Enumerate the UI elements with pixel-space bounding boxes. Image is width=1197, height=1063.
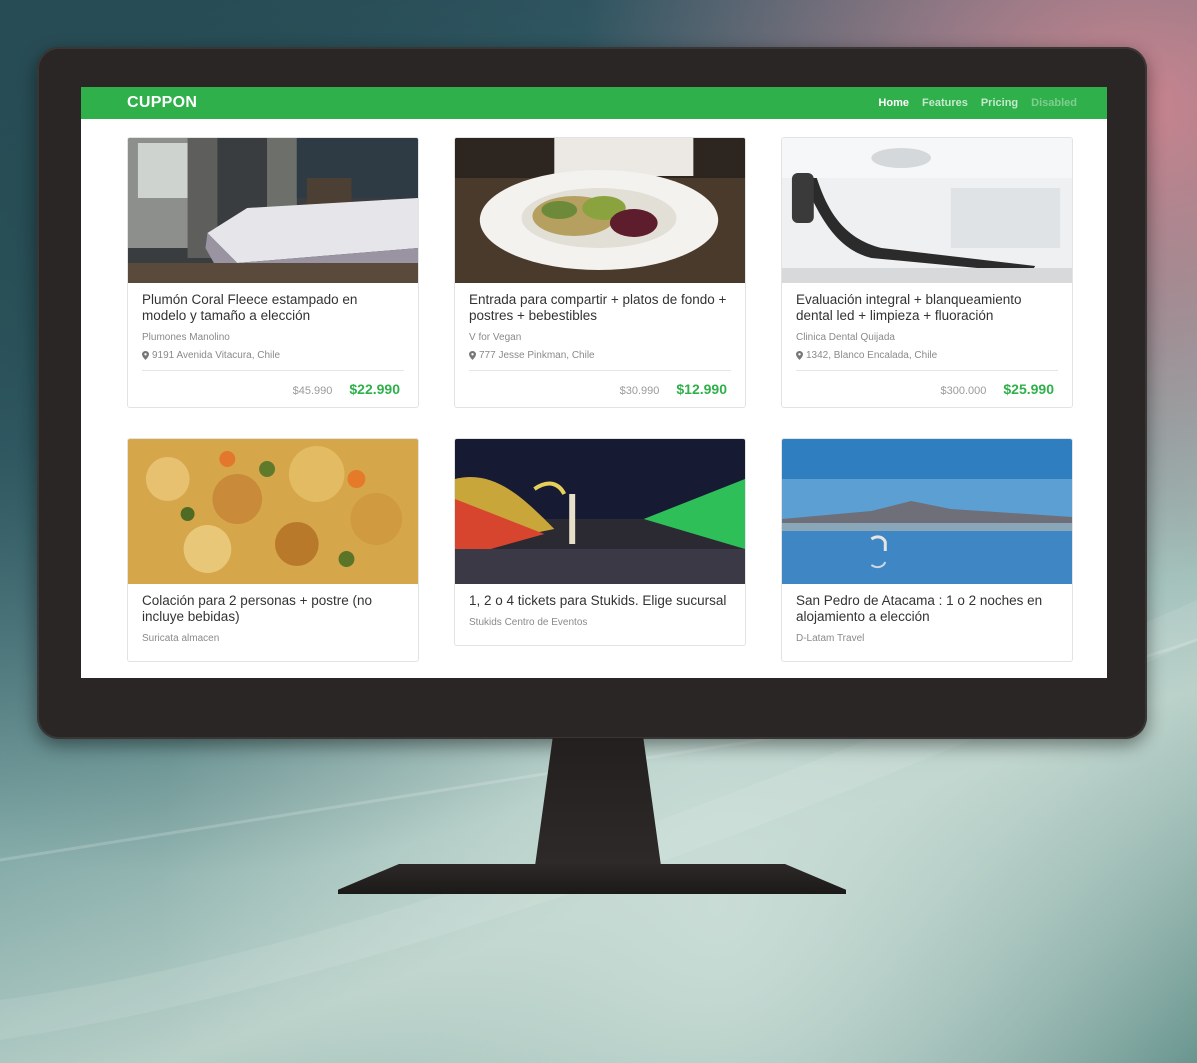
old-price: $45.990	[292, 385, 333, 397]
deal-card[interactable]: Evaluación integral + blanqueamiento den…	[781, 137, 1073, 408]
nav-home[interactable]: Home	[878, 97, 909, 109]
nav-pricing[interactable]: Pricing	[981, 97, 1018, 109]
deal-card[interactable]: San Pedro de Atacama : 1 o 2 noches en a…	[781, 438, 1073, 662]
deal-title[interactable]: San Pedro de Atacama : 1 o 2 noches en a…	[796, 593, 1058, 625]
deal-price: $12.990	[676, 381, 727, 397]
location-text: 777 Jesse Pinkman, Chile	[479, 350, 595, 361]
nav-features[interactable]: Features	[922, 97, 968, 109]
location-text: 1342, Blanco Encalada, Chile	[806, 350, 938, 361]
merchant-name: D-Latam Travel	[796, 633, 865, 644]
brand-logo[interactable]: CUPPON	[127, 94, 197, 112]
deal-title[interactable]: Entrada para compartir + platos de fondo…	[469, 292, 731, 324]
price-row: $30.990 $12.990	[469, 371, 731, 397]
map-pin-icon	[796, 351, 803, 360]
merchant-name: Stukids Centro de Eventos	[469, 617, 588, 628]
deal-grid: Plumón Coral Fleece estampado en modelo …	[127, 137, 1075, 662]
monitor-stand-base	[338, 864, 846, 894]
navbar: CUPPON Home Features Pricing Disabled	[81, 87, 1107, 119]
deal-price: $22.990	[349, 381, 400, 397]
merchant-name: Suricata almacen	[142, 633, 220, 644]
chickpea-stew-photo[interactable]	[128, 439, 418, 584]
bedroom-photo[interactable]	[128, 138, 418, 283]
map-pin-icon	[469, 351, 476, 360]
old-price: $300.000	[940, 385, 987, 397]
location: 1342, Blanco Encalada, Chile	[796, 350, 1058, 371]
salt-lake-flamingo-photo[interactable]	[782, 439, 1072, 584]
deal-card[interactable]: Plumón Coral Fleece estampado en modelo …	[127, 137, 419, 408]
merchant-name: Clinica Dental Quijada	[796, 332, 895, 343]
location: 777 Jesse Pinkman, Chile	[469, 350, 731, 371]
nav-links: Home Features Pricing Disabled	[878, 97, 1077, 109]
nav-disabled: Disabled	[1031, 97, 1077, 109]
old-price: $30.990	[619, 385, 660, 397]
merchant-name: V for Vegan	[469, 332, 522, 343]
deal-card[interactable]: 1, 2 o 4 tickets para Stukids. Elige suc…	[454, 438, 746, 646]
location: 9191 Avenida Vitacura, Chile	[142, 350, 404, 371]
price-row: $300.000 $25.990	[796, 371, 1058, 397]
screen: CUPPON Home Features Pricing Disabled Pl…	[81, 87, 1107, 678]
deal-title[interactable]: Colación para 2 personas + postre (no in…	[142, 593, 404, 625]
location-text: 9191 Avenida Vitacura, Chile	[152, 350, 281, 361]
dental-chair-photo[interactable]	[782, 138, 1072, 283]
monitor-frame: CUPPON Home Features Pricing Disabled Pl…	[37, 47, 1147, 739]
merchant-name: Plumones Manolino	[142, 332, 230, 343]
fair-night-photo[interactable]	[455, 439, 745, 584]
deal-title[interactable]: Plumón Coral Fleece estampado en modelo …	[142, 292, 404, 324]
map-pin-icon	[142, 351, 149, 360]
deal-title[interactable]: 1, 2 o 4 tickets para Stukids. Elige suc…	[469, 593, 731, 609]
price-row: $45.990 $22.990	[142, 371, 404, 397]
deal-title[interactable]: Evaluación integral + blanqueamiento den…	[796, 292, 1058, 324]
deal-card[interactable]: Colación para 2 personas + postre (no in…	[127, 438, 419, 662]
deal-card[interactable]: Entrada para compartir + platos de fondo…	[454, 137, 746, 408]
monitor-stand-neck	[535, 738, 661, 866]
deal-price: $25.990	[1003, 381, 1054, 397]
salad-plate-photo[interactable]	[455, 138, 745, 283]
